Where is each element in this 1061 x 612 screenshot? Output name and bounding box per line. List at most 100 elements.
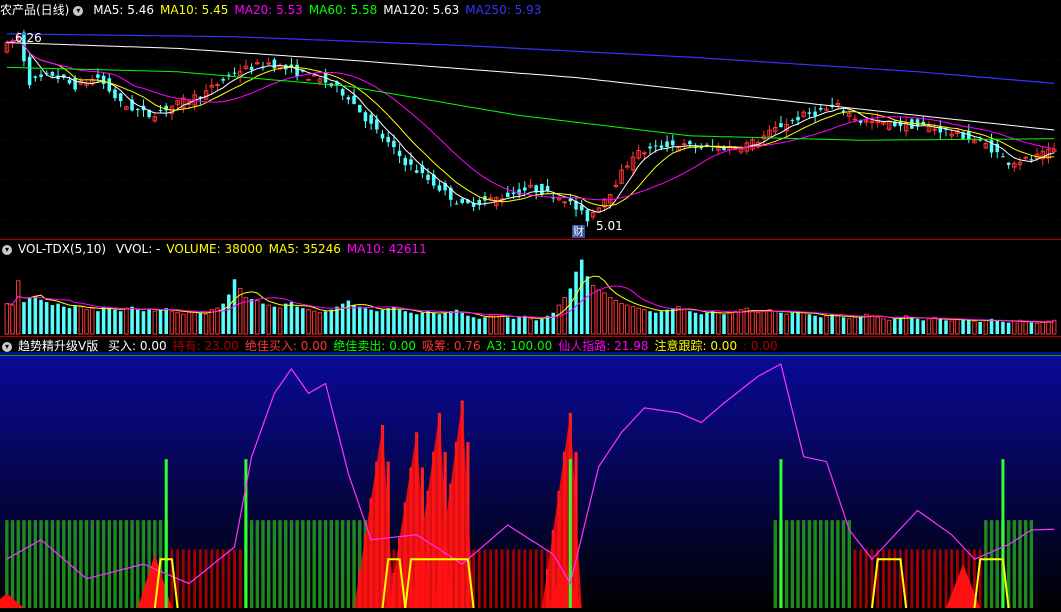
volume-bar	[562, 297, 567, 335]
a3-bar	[995, 520, 999, 608]
a3-bar	[802, 520, 806, 608]
hold-bar	[853, 549, 857, 608]
collapse-icon[interactable]: ▾	[2, 244, 12, 255]
low-price-label: 5.01	[596, 219, 623, 233]
volume-bar	[311, 310, 317, 335]
volume-bar	[96, 311, 100, 334]
hold-bar	[204, 549, 208, 608]
candle-body	[671, 140, 675, 146]
volume-bar	[796, 311, 800, 334]
volume-bar	[426, 311, 430, 334]
a3-bar	[84, 520, 89, 608]
hold-bar	[198, 549, 202, 608]
candle-body	[796, 116, 800, 121]
hold-bar	[921, 549, 925, 608]
volume-bar	[124, 307, 129, 335]
volume-bar	[551, 312, 556, 334]
volume-bar	[607, 297, 613, 335]
a3-bar	[323, 520, 328, 608]
volume-bar	[420, 312, 425, 334]
volume-bar	[477, 318, 482, 334]
hold-bar	[910, 549, 914, 608]
a3-bar	[124, 520, 129, 608]
volume-bar	[835, 315, 841, 335]
volume-bar	[289, 302, 294, 334]
hold-bar	[523, 549, 527, 608]
candle-body	[1001, 156, 1005, 158]
volume-bar	[585, 276, 590, 334]
volume-bar	[483, 317, 487, 334]
volume-bar	[277, 307, 283, 335]
a3-bar	[813, 520, 817, 608]
volume-bar	[409, 312, 413, 334]
collapse-icon[interactable]: ▾	[2, 341, 12, 352]
hold-bar	[483, 549, 487, 608]
volume-panel-header: ▾ VOL-TDX(5,10) VVOL: - VOLUME: 38000 MA5: …	[0, 240, 433, 258]
ma60-line	[6, 66, 1055, 141]
candle-body	[39, 74, 43, 77]
candle-body	[73, 78, 77, 90]
volume-bar	[56, 303, 60, 334]
volume-bar	[147, 308, 151, 334]
collapse-icon[interactable]: ▾	[73, 5, 84, 16]
candle-body	[790, 120, 795, 122]
volume-bar	[750, 310, 755, 335]
volume-bar	[534, 320, 538, 334]
chart-canvas[interactable]	[0, 0, 1061, 612]
volume-bar	[676, 306, 681, 335]
candle-body	[414, 170, 419, 173]
volume-bar	[386, 308, 390, 334]
volume-bar	[989, 318, 994, 334]
candle-body	[386, 136, 390, 143]
hold-bar	[216, 549, 219, 608]
hold-bar	[864, 549, 868, 608]
candle-body	[932, 128, 937, 131]
volume-bar	[397, 309, 402, 334]
hold-bar	[238, 549, 242, 608]
volume-bar	[967, 320, 971, 334]
volume-bar	[460, 312, 464, 334]
a3-bar	[96, 520, 100, 608]
finance-marker[interactable]: 财	[572, 225, 585, 238]
a3-bar	[16, 520, 20, 608]
hold-bar	[494, 549, 498, 608]
candle-body	[27, 56, 32, 86]
legend-item: 买入: 0.00	[108, 339, 167, 353]
hold-bar	[512, 549, 515, 608]
volume-bar	[779, 312, 783, 334]
high-price-label: 6.26	[15, 31, 42, 45]
volume-bar	[790, 312, 795, 334]
candle-body	[426, 174, 430, 180]
candle-body	[363, 112, 368, 122]
volume-bar	[443, 312, 447, 334]
legend-item: MA5: 35246	[268, 242, 341, 256]
volume-bar	[363, 308, 368, 334]
ma250-line	[6, 33, 1055, 84]
a3-bar	[790, 520, 795, 608]
legend-item: 吸筹: 0.76	[422, 339, 481, 353]
volume-bar	[403, 311, 408, 334]
a3-bar	[807, 520, 812, 608]
candle-body	[585, 209, 590, 222]
a3-bar	[989, 520, 994, 608]
candle-body	[96, 74, 100, 78]
volume-bar	[431, 312, 436, 334]
legend-item: MA120: 5.63	[383, 3, 460, 17]
hold-bar	[534, 549, 538, 608]
legend-item: : 0.00	[743, 339, 778, 353]
volume-bar	[261, 303, 265, 334]
a3-bar	[272, 520, 277, 608]
candle-body	[807, 112, 812, 114]
indicator-title: VOL-TDX(5,10)	[18, 242, 107, 256]
volume-bar	[1023, 321, 1028, 335]
volume-bar	[352, 305, 356, 334]
candle-body	[306, 78, 311, 81]
volume-bar	[755, 312, 761, 335]
volume-bar	[329, 309, 334, 334]
candle-body	[1029, 159, 1034, 161]
volume-bar	[733, 310, 738, 335]
candle-body	[562, 201, 567, 204]
legend-item: VVOL: -	[115, 242, 161, 256]
volume-bar	[540, 318, 544, 334]
a3-bar	[312, 520, 316, 608]
